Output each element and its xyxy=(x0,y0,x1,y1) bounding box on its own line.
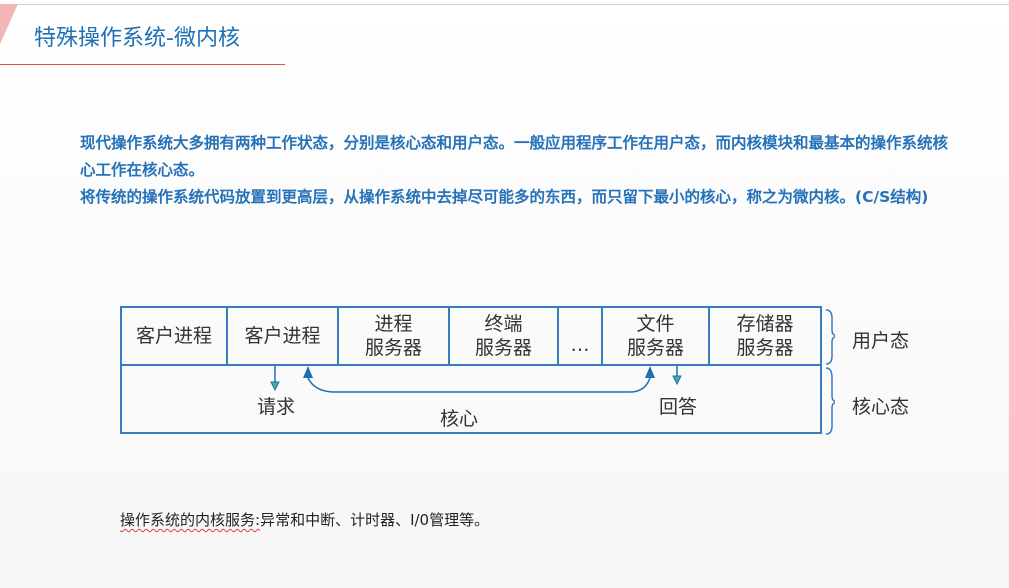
paragraph-modes: 现代操作系统大多拥有两种工作状态，分别是核心态和用户态。一般应用程序工作在用户态… xyxy=(80,134,949,179)
paragraph-microkernel: 将传统的操作系统代码放置到更高层，从操作系统中去掉尽可能多的东西，而只留下最小的… xyxy=(80,188,929,206)
top-divider xyxy=(0,4,1009,5)
kernel-mode-brace xyxy=(825,367,835,435)
user-mode-brace xyxy=(825,309,835,365)
up-arrowhead-client xyxy=(303,366,313,378)
title-underline xyxy=(0,64,285,65)
message-path xyxy=(307,377,651,393)
footer-rest-text: 异常和中断、计时器、I/0管理等。 xyxy=(260,511,490,529)
request-label: 请求 xyxy=(257,396,296,418)
user-mode-label: 用户态 xyxy=(852,330,910,352)
up-arrowhead-server xyxy=(645,366,655,378)
slide-title: 特殊操作系统-微内核 xyxy=(34,26,240,51)
kernel-mode-label: 核心态 xyxy=(852,396,910,418)
microkernel-diagram: 客户进程 客户进程 进程 服务器 终端 服务器 … 文件 服务器 存储器 服务器 xyxy=(120,306,835,438)
corner-accent xyxy=(0,4,18,44)
footer-note: 操作系统的内核服务:异常和中断、计时器、I/0管理等。 xyxy=(120,509,489,530)
reply-arrowhead xyxy=(672,375,682,386)
request-arrowhead xyxy=(270,381,280,392)
footer-underlined-text: 操作系统的内核服务: xyxy=(120,511,261,529)
reply-label: 回答 xyxy=(659,396,698,418)
kernel-label: 核心 xyxy=(440,408,479,430)
